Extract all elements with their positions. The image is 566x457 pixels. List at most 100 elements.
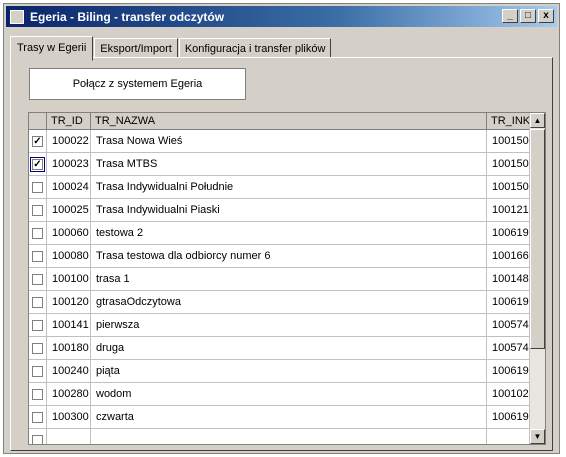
cell-tr-nazwa[interactable]: piąta bbox=[91, 360, 487, 382]
row-select-cell bbox=[29, 406, 47, 428]
table-row[interactable]: 100240 piąta 100619 bbox=[29, 360, 531, 383]
header-select bbox=[29, 113, 47, 130]
cell-tr-id[interactable]: 100141 bbox=[47, 314, 91, 336]
vertical-scrollbar[interactable]: ▲ ▼ bbox=[529, 113, 545, 444]
cell-tr-id[interactable]: 100280 bbox=[47, 383, 91, 405]
table-row[interactable]: 100300 czwarta 100619 bbox=[29, 406, 531, 429]
cell-tr-nazwa[interactable]: testowa 2 bbox=[91, 222, 487, 244]
cell-tr-id[interactable]: 100023 bbox=[47, 153, 91, 175]
cell-tr-nazwa[interactable]: druga bbox=[91, 337, 487, 359]
table-row[interactable] bbox=[29, 429, 531, 444]
cell-tr-ink[interactable]: 100148 bbox=[487, 268, 531, 290]
cell-tr-id[interactable]: 100060 bbox=[47, 222, 91, 244]
grid-header: TR_ID TR_NAZWA TR_INK bbox=[29, 113, 531, 130]
cell-tr-nazwa[interactable] bbox=[91, 429, 487, 444]
cell-tr-ink[interactable]: 100619 bbox=[487, 406, 531, 428]
cell-tr-id[interactable]: 100080 bbox=[47, 245, 91, 267]
row-checkbox[interactable]: ✓ bbox=[30, 156, 45, 172]
cell-tr-ink[interactable]: 100150 bbox=[487, 130, 531, 152]
cell-tr-nazwa[interactable]: pierwsza bbox=[91, 314, 487, 336]
row-select-cell: ✓ bbox=[29, 153, 47, 175]
row-checkbox[interactable] bbox=[32, 319, 43, 331]
cell-tr-ink[interactable]: 100619 bbox=[487, 291, 531, 313]
row-select-cell bbox=[29, 268, 47, 290]
cell-tr-id[interactable]: 100180 bbox=[47, 337, 91, 359]
header-tr-id[interactable]: TR_ID bbox=[47, 113, 91, 130]
table-row[interactable]: 100024 Trasa Indywidualni Południe 100150 bbox=[29, 176, 531, 199]
row-checkbox[interactable] bbox=[32, 181, 43, 193]
cell-tr-nazwa[interactable]: Trasa MTBS bbox=[91, 153, 487, 175]
cell-tr-nazwa[interactable]: wodom bbox=[91, 383, 487, 405]
cell-tr-id[interactable]: 100300 bbox=[47, 406, 91, 428]
cell-tr-ink[interactable] bbox=[487, 429, 531, 444]
table-row[interactable]: 100180 druga 100574 bbox=[29, 337, 531, 360]
row-checkbox[interactable] bbox=[32, 365, 43, 377]
cell-tr-ink[interactable]: 100574 bbox=[487, 314, 531, 336]
cell-tr-id[interactable]: 100120 bbox=[47, 291, 91, 313]
table-row[interactable]: 100025 Trasa Indywidualni Piaski 100121 bbox=[29, 199, 531, 222]
row-checkbox[interactable] bbox=[32, 296, 43, 308]
row-select-cell bbox=[29, 429, 47, 444]
cell-tr-nazwa[interactable]: Trasa Indywidualni Południe bbox=[91, 176, 487, 198]
scroll-down-icon[interactable]: ▼ bbox=[530, 429, 545, 444]
cell-tr-nazwa[interactable]: gtrasaOdczytowa bbox=[91, 291, 487, 313]
cell-tr-nazwa[interactable]: trasa 1 bbox=[91, 268, 487, 290]
cell-tr-id[interactable]: 100240 bbox=[47, 360, 91, 382]
row-checkbox[interactable] bbox=[32, 227, 43, 239]
row-checkbox[interactable] bbox=[32, 434, 43, 444]
cell-tr-ink[interactable]: 100102 bbox=[487, 383, 531, 405]
row-checkbox[interactable] bbox=[32, 204, 43, 216]
row-select-cell bbox=[29, 245, 47, 267]
cell-tr-ink[interactable]: 100166 bbox=[487, 245, 531, 267]
cell-tr-ink[interactable]: 100619 bbox=[487, 222, 531, 244]
header-tr-ink[interactable]: TR_INK bbox=[487, 113, 531, 130]
connect-button[interactable]: Połącz z systemem Egeria bbox=[29, 68, 246, 100]
row-checkbox[interactable] bbox=[32, 411, 43, 423]
cell-tr-nazwa[interactable]: Trasa testowa dla odbiorcy numer 6 bbox=[91, 245, 487, 267]
cell-tr-id[interactable]: 100025 bbox=[47, 199, 91, 221]
row-checkbox[interactable] bbox=[32, 250, 43, 262]
row-select-cell bbox=[29, 337, 47, 359]
tab-trasy[interactable]: Trasy w Egerii bbox=[10, 36, 94, 61]
minimize-button[interactable]: _ bbox=[502, 9, 518, 23]
table-row[interactable]: 100080 Trasa testowa dla odbiorcy numer 6… bbox=[29, 245, 531, 268]
cell-tr-id[interactable]: 100022 bbox=[47, 130, 91, 152]
app-window: Egeria - Biling - transfer odczytów _ □ … bbox=[3, 3, 560, 454]
row-checkbox[interactable] bbox=[32, 273, 43, 285]
table-row[interactable]: 100120 gtrasaOdczytowa 100619 bbox=[29, 291, 531, 314]
grid-rows: ✓ 100022 Trasa Nowa Wieś 100150 ✓ 100023 Trasa… bbox=[29, 130, 531, 444]
cell-tr-ink[interactable]: 100574 bbox=[487, 337, 531, 359]
cell-tr-ink[interactable]: 100150 bbox=[487, 176, 531, 198]
close-button[interactable]: x bbox=[538, 9, 554, 23]
window-controls: _ □ x bbox=[502, 9, 554, 23]
header-tr-nazwa[interactable]: TR_NAZWA bbox=[91, 113, 487, 130]
table-row[interactable]: 100100 trasa 1 100148 bbox=[29, 268, 531, 291]
cell-tr-id[interactable]: 100024 bbox=[47, 176, 91, 198]
cell-tr-nazwa[interactable]: Trasa Nowa Wieś bbox=[91, 130, 487, 152]
table-row[interactable]: ✓ 100022 Trasa Nowa Wieś 100150 bbox=[29, 130, 531, 153]
cell-tr-nazwa[interactable]: czwarta bbox=[91, 406, 487, 428]
row-checkbox[interactable]: ✓ bbox=[32, 135, 43, 147]
cell-tr-id[interactable] bbox=[47, 429, 91, 444]
table-row[interactable]: 100280 wodom 100102 bbox=[29, 383, 531, 406]
cell-tr-nazwa[interactable]: Trasa Indywidualni Piaski bbox=[91, 199, 487, 221]
row-select-cell bbox=[29, 383, 47, 405]
row-select-cell bbox=[29, 291, 47, 313]
table-row[interactable]: 100141 pierwsza 100574 bbox=[29, 314, 531, 337]
row-select-cell bbox=[29, 176, 47, 198]
row-select-cell bbox=[29, 199, 47, 221]
row-checkbox[interactable] bbox=[32, 342, 43, 354]
cell-tr-ink[interactable]: 100121 bbox=[487, 199, 531, 221]
cell-tr-ink[interactable]: 100150 bbox=[487, 153, 531, 175]
cell-tr-id[interactable]: 100100 bbox=[47, 268, 91, 290]
table-row[interactable]: 100060 testowa 2 100619 bbox=[29, 222, 531, 245]
routes-grid: TR_ID TR_NAZWA TR_INK ✓ 100022 Trasa Nowa … bbox=[28, 112, 546, 445]
title-bar[interactable]: Egeria - Biling - transfer odczytów _ □ … bbox=[6, 6, 557, 27]
table-row[interactable]: ✓ 100023 Trasa MTBS 100150 bbox=[29, 153, 531, 176]
cell-tr-ink[interactable]: 100619 bbox=[487, 360, 531, 382]
scroll-thumb[interactable] bbox=[530, 129, 545, 349]
scroll-up-icon[interactable]: ▲ bbox=[530, 113, 545, 128]
row-select-cell: ✓ bbox=[29, 130, 47, 152]
maximize-button[interactable]: □ bbox=[520, 9, 536, 23]
row-checkbox[interactable] bbox=[32, 388, 43, 400]
